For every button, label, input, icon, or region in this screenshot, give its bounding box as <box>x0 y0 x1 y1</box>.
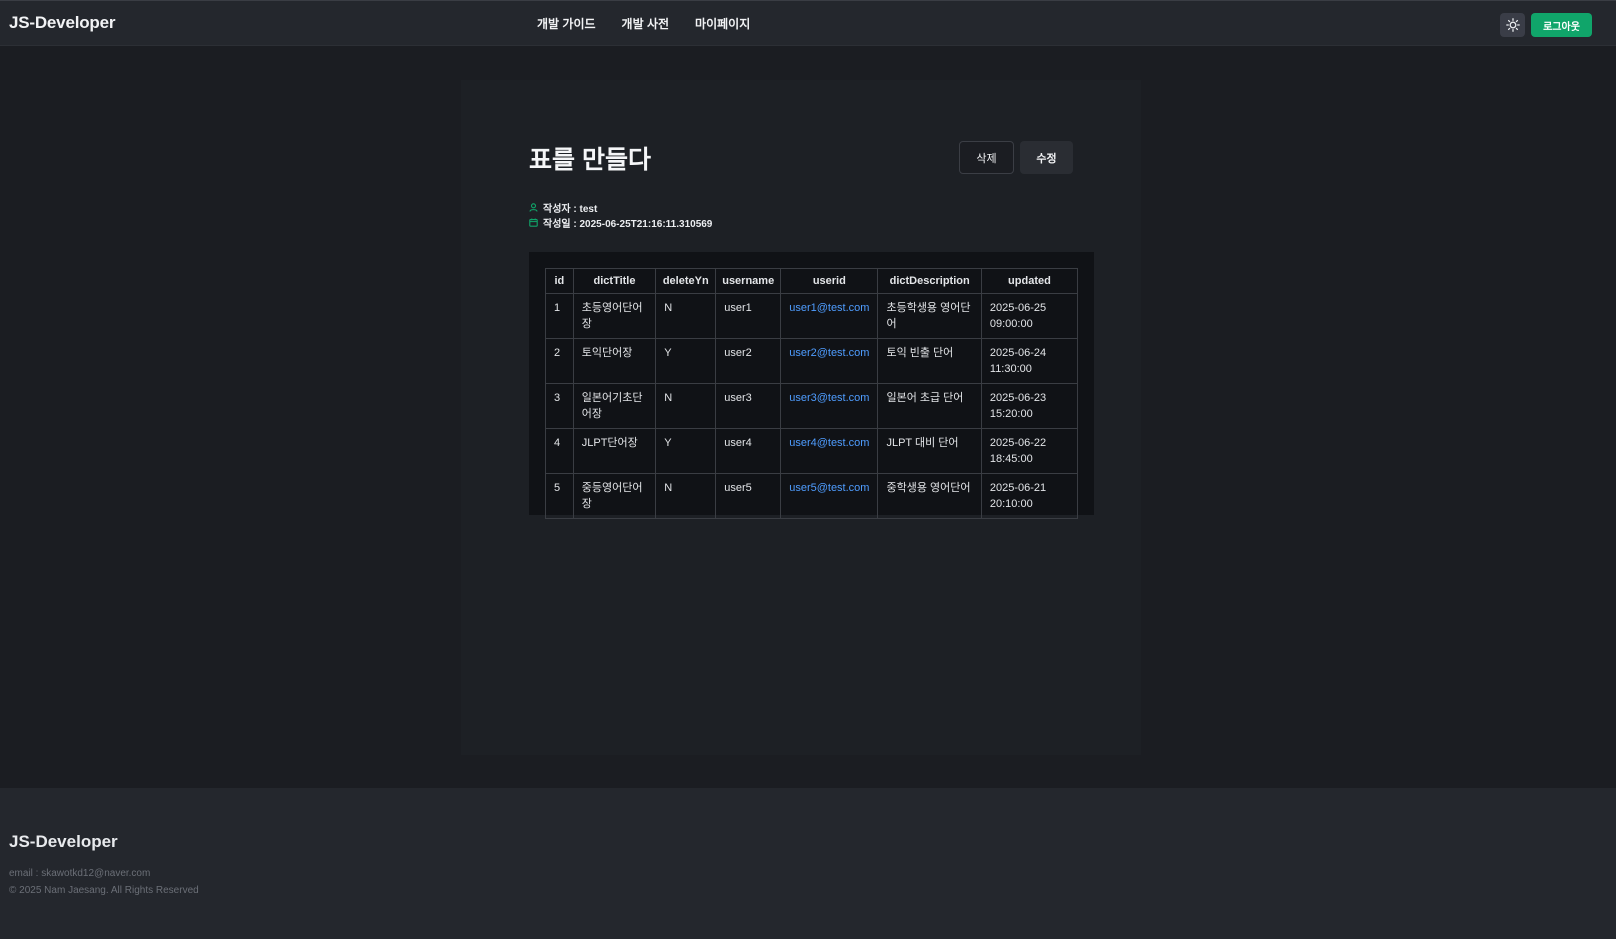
cell-id: 1 <box>545 293 574 339</box>
post-date-text: 작성일 : 2025-06-25T21:16:11.310569 <box>543 219 713 230</box>
table-row: 5 중등영어단어장 N user5 user5@test.com 중학생용 영어… <box>545 473 1079 519</box>
cell-dictDescription: 일본어 초급 단어 <box>877 383 982 429</box>
nav-item-mypage[interactable]: 마이페이지 <box>695 15 750 32</box>
column-header-deleteYn[interactable]: deleteYn <box>655 268 717 294</box>
cell-deleteYn: Y <box>655 338 717 384</box>
cell-deleteYn: N <box>655 473 717 519</box>
edit-button[interactable]: 수정 <box>1020 141 1073 174</box>
cell-username: user4 <box>715 428 782 474</box>
nav-item-dev-dictionary[interactable]: 개발 사전 <box>622 15 670 32</box>
delete-button[interactable]: 삭제 <box>959 141 1014 174</box>
logout-button[interactable]: 로그아웃 <box>1531 13 1592 37</box>
column-header-username[interactable]: username <box>715 268 782 294</box>
cell-updated: 2025-06-25 09:00:00 <box>980 293 1079 339</box>
cell-dictDescription: 중학생용 영어단어 <box>877 473 982 519</box>
cell-userid-link[interactable]: user4@test.com <box>780 428 879 474</box>
cell-userid-link[interactable]: user3@test.com <box>780 383 879 429</box>
footer-logo: JS-Developer <box>9 832 118 851</box>
cell-updated: 2025-06-24 11:30:00 <box>980 338 1079 384</box>
table-row: 2 토익단어장 Y user2 user2@test.com 토익 빈출 단어 … <box>545 338 1079 384</box>
user-icon <box>529 203 538 212</box>
sun-icon <box>1505 18 1520 32</box>
calendar-icon <box>529 218 538 227</box>
nav-item-dev-guide[interactable]: 개발 가이드 <box>537 15 596 32</box>
cell-userid-link[interactable]: user1@test.com <box>780 293 879 339</box>
footer-copyright: © 2025 Nam Jaesang. All Rights Reserved <box>9 885 199 896</box>
site-footer: JS-Developer email : skawotkd12@naver.co… <box>0 788 1616 939</box>
cell-id: 5 <box>545 473 574 519</box>
table-header-row: id dictTitle deleteYn username userid di… <box>545 268 1079 294</box>
cell-deleteYn: N <box>655 293 717 339</box>
cell-deleteYn: Y <box>655 428 717 474</box>
theme-toggle-button[interactable] <box>1500 13 1525 37</box>
cell-deleteYn: N <box>655 383 717 429</box>
cell-id: 2 <box>545 338 574 384</box>
cell-updated: 2025-06-21 20:10:00 <box>980 473 1079 519</box>
top-header: JS-Developer 개발 가이드 개발 사전 마이페이지 로그아웃 <box>0 0 1616 46</box>
cell-username: user3 <box>715 383 782 429</box>
table-row: 3 일본어기초단어장 N user3 user3@test.com 일본어 초급… <box>545 383 1079 429</box>
table-row: 1 초등영어단어장 N user1 user1@test.com 초등학생용 영… <box>545 293 1079 339</box>
main-nav: 개발 가이드 개발 사전 마이페이지 <box>537 15 750 32</box>
post-author-text: 작성자 : test <box>543 204 598 215</box>
cell-dictDescription: 토익 빈출 단어 <box>877 338 982 384</box>
cell-dictDescription: 초등학생용 영어단어 <box>877 293 982 339</box>
column-header-dictTitle[interactable]: dictTitle <box>572 268 657 294</box>
cell-username: user2 <box>715 338 782 384</box>
column-header-dictDescription[interactable]: dictDescription <box>877 268 982 294</box>
post-title: 표를 만들다 <box>529 146 651 174</box>
cell-dictTitle: 초등영어단어장 <box>572 293 657 339</box>
cell-updated: 2025-06-23 15:20:00 <box>980 383 1079 429</box>
cell-dictDescription: JLPT 대비 단어 <box>877 428 982 474</box>
column-header-userid[interactable]: userid <box>780 268 879 294</box>
footer-email: email : skawotkd12@naver.com <box>9 868 151 879</box>
cell-userid-link[interactable]: user5@test.com <box>780 473 879 519</box>
cell-id: 3 <box>545 383 574 429</box>
cell-dictTitle: 토익단어장 <box>572 338 657 384</box>
column-header-updated[interactable]: updated <box>980 268 1079 294</box>
cell-updated: 2025-06-22 18:45:00 <box>980 428 1079 474</box>
column-header-id[interactable]: id <box>545 268 574 294</box>
table-row: 4 JLPT단어장 Y user4 user4@test.com JLPT 대비… <box>545 428 1079 474</box>
post-date: 작성일 : 2025-06-25T21:16:11.310569 <box>529 215 712 230</box>
cell-dictTitle: 중등영어단어장 <box>572 473 657 519</box>
cell-dictTitle: 일본어기초단어장 <box>572 383 657 429</box>
table-container: id dictTitle deleteYn username userid di… <box>529 252 1094 519</box>
cell-username: user1 <box>715 293 782 339</box>
cell-id: 4 <box>545 428 574 474</box>
post-author: 작성자 : test <box>529 200 597 215</box>
cell-dictTitle: JLPT단어장 <box>572 428 657 474</box>
cell-userid-link[interactable]: user2@test.com <box>780 338 879 384</box>
cell-username: user5 <box>715 473 782 519</box>
dict-table: id dictTitle deleteYn username userid di… <box>545 268 1079 519</box>
site-logo[interactable]: JS-Developer <box>9 13 115 33</box>
